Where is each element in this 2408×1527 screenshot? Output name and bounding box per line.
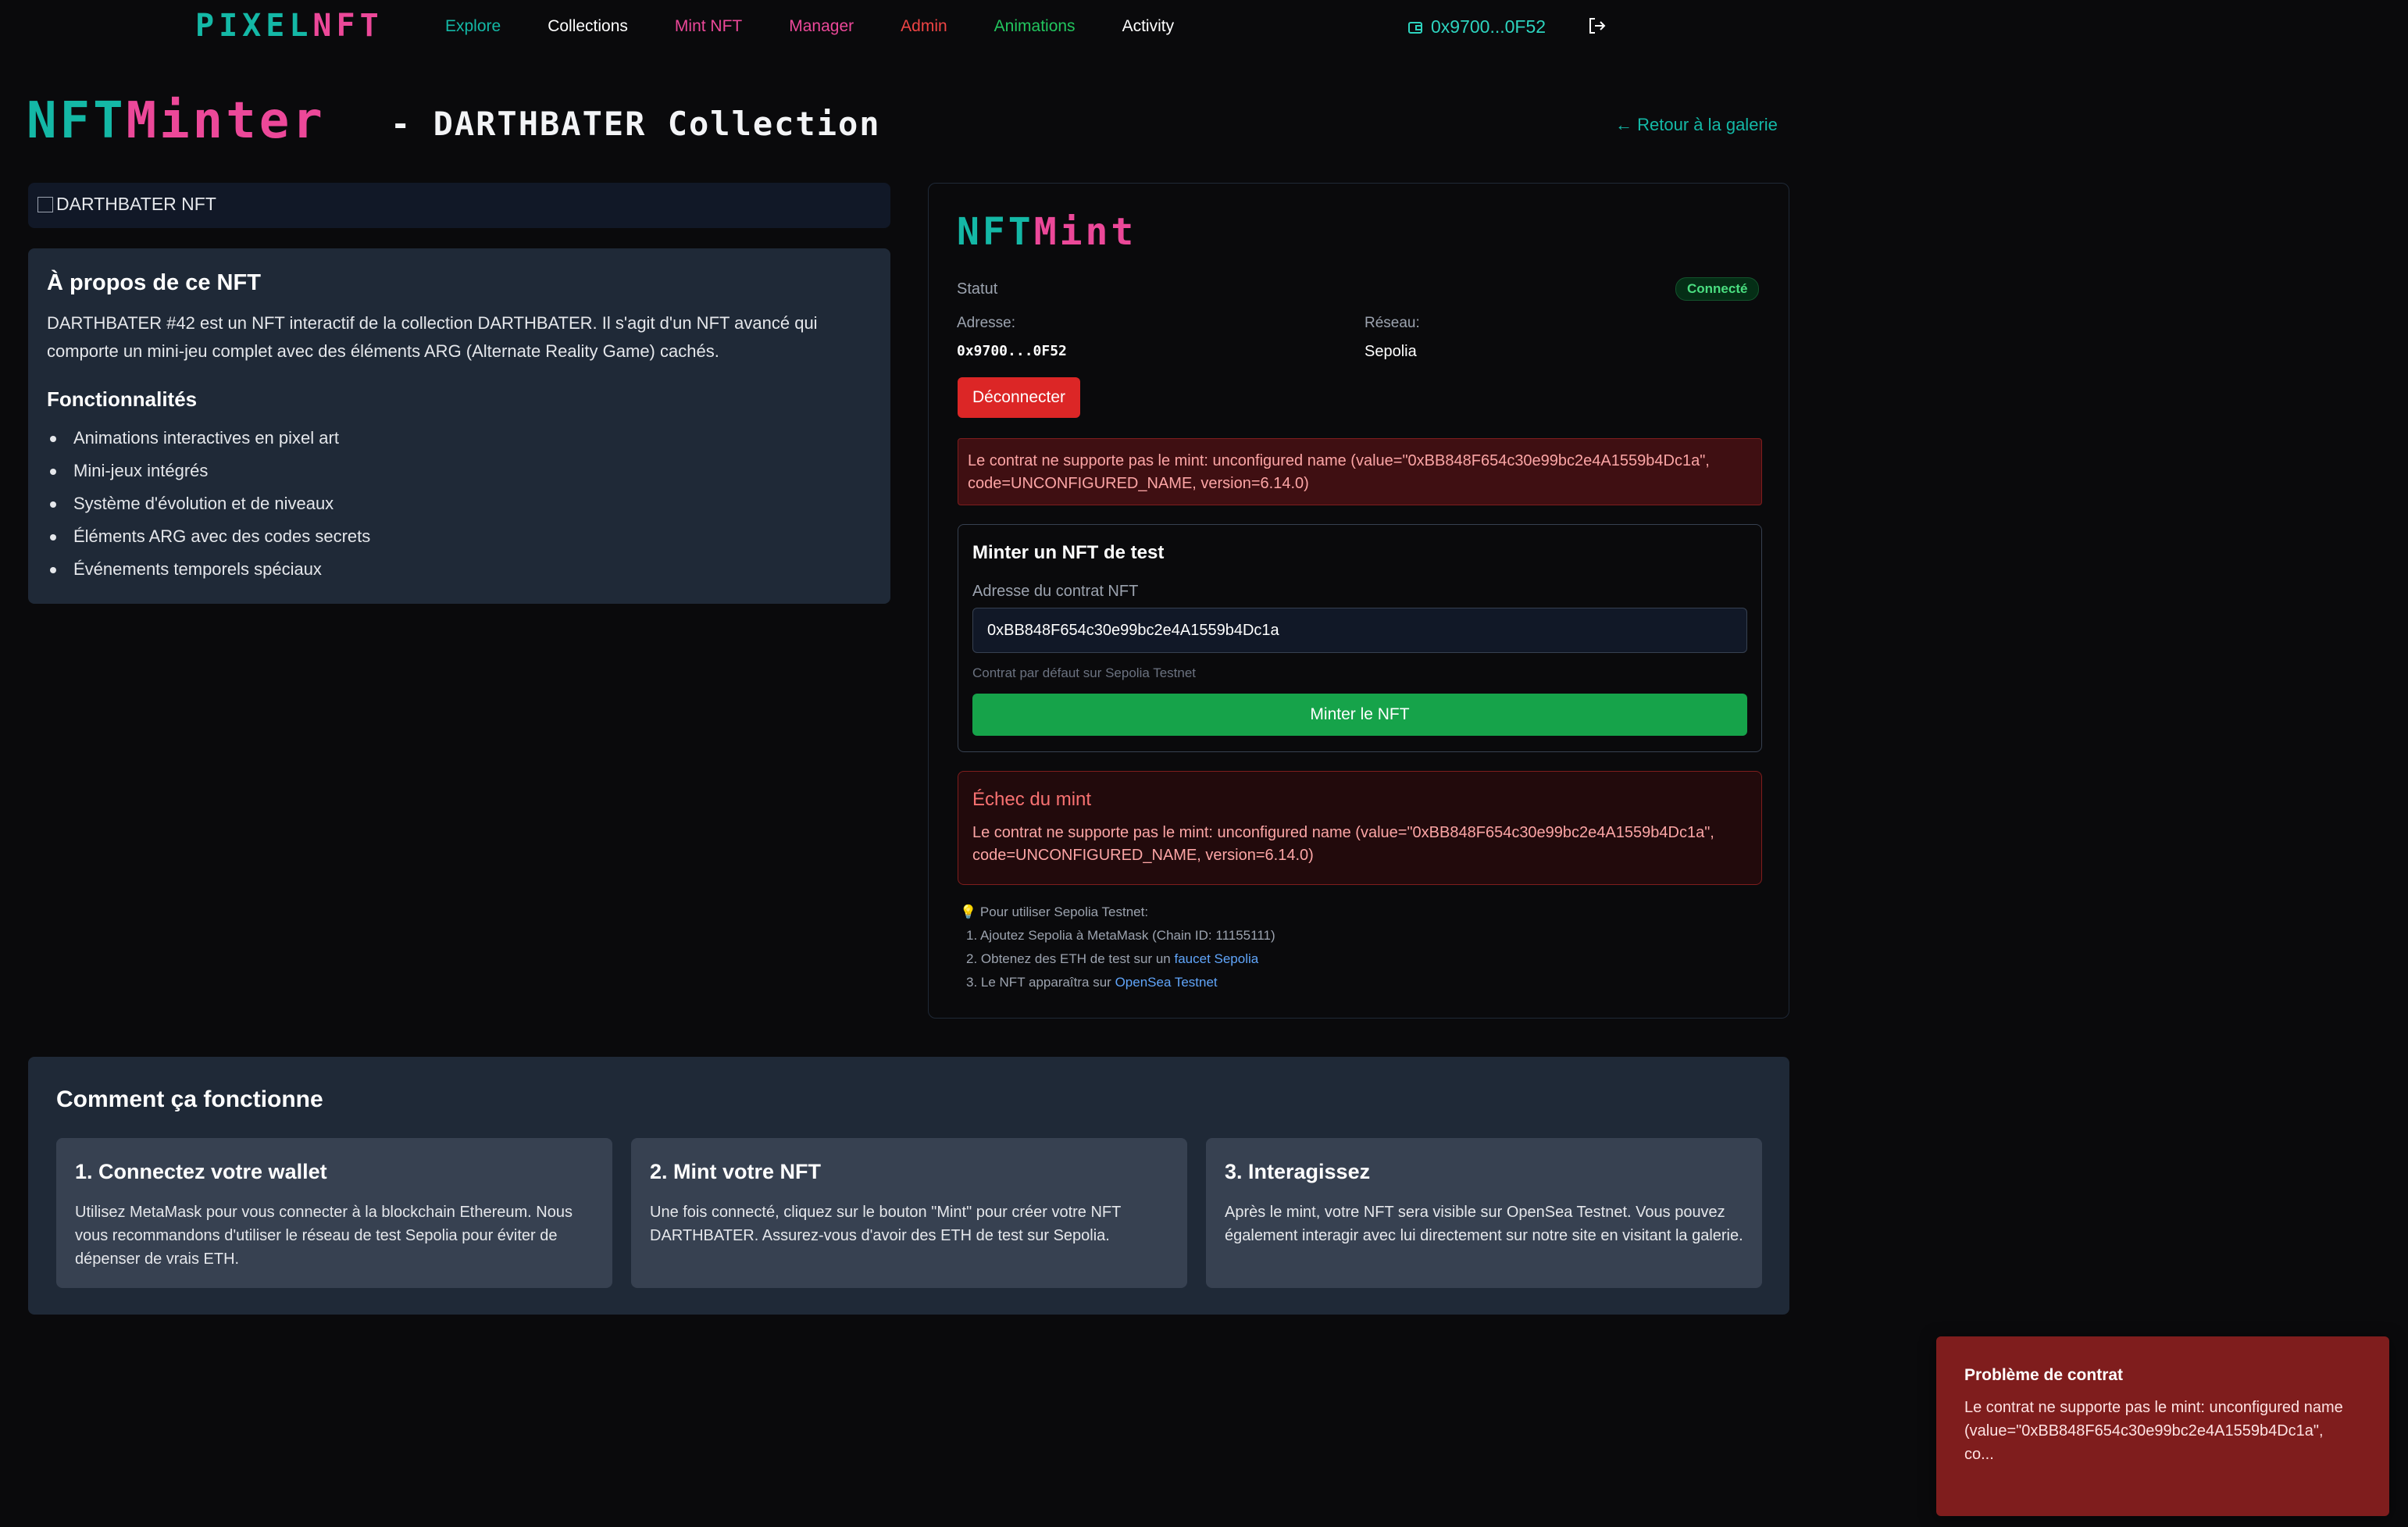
how-card-title: 1. Connectez votre wallet — [75, 1160, 327, 1183]
wallet-button[interactable]: 0x9700...0F52 — [1407, 16, 1546, 37]
test-mint-form: Minter un NFT de test Adresse du contrat… — [958, 524, 1762, 752]
page-title: NFTMinter — [27, 92, 326, 150]
how-card-text: Après le mint, votre NFT sera visible su… — [1225, 1204, 1743, 1244]
how-it-works-title: Comment ça fonctionne — [56, 1086, 323, 1112]
instructions-heading-line: 💡 Pour utiliser Sepolia Testnet: — [960, 901, 1275, 924]
instruction-step-1: 1. Ajoutez Sepolia à MetaMask (Chain ID:… — [966, 928, 1275, 943]
feature-item: Mini-jeux intégrés — [47, 455, 370, 487]
mint-failure-alert: Échec du mint Le contrat ne supporte pas… — [958, 771, 1762, 885]
how-card-title: 3. Interagissez — [1225, 1160, 1371, 1183]
nav-link-activity[interactable]: Activity — [1122, 17, 1175, 36]
disconnect-button[interactable]: Déconnecter — [958, 377, 1080, 418]
about-nft-section: À propos de ce NFT DARTHBATER #42 est un… — [28, 248, 890, 604]
toast-title: Problème de contrat — [1964, 1366, 2124, 1384]
mint-title-part-nft: NFT — [957, 210, 1034, 254]
feature-item: Éléments ARG avec des codes secrets — [47, 520, 370, 553]
features-list: Animations interactives en pixel art Min… — [47, 422, 370, 586]
test-mint-title: Minter un NFT de test — [972, 542, 1165, 563]
nft-image: DARTHBATER NFT — [28, 183, 890, 228]
nav-link-mint-nft[interactable]: Mint NFT — [675, 17, 742, 36]
contract-error-alert: Le contrat ne supporte pas le mint: unco… — [958, 438, 1762, 505]
instructions-heading: Pour utiliser Sepolia Testnet: — [979, 904, 1149, 919]
logout-icon — [1589, 18, 1606, 34]
nft-image-alt: DARTHBATER NFT — [37, 194, 216, 215]
mint-panel: NFTMint Statut Connecté Adresse: 0x9700.… — [928, 183, 1789, 1019]
back-to-gallery-link[interactable]: ← Retour à la galerie — [1615, 115, 1778, 135]
nav-link-explore[interactable]: Explore — [445, 17, 501, 36]
nav-links: Explore Collections Mint NFT Manager Adm… — [445, 17, 1174, 36]
contract-address-label: Adresse du contrat NFT — [972, 583, 1139, 600]
mint-nft-button[interactable]: Minter le NFT — [972, 694, 1747, 736]
status-label: Statut — [957, 280, 998, 298]
network-label: Réseau: — [1365, 315, 1420, 331]
wallet-icon — [1408, 21, 1422, 34]
status-badge: Connecté — [1675, 277, 1760, 301]
contract-address-hint: Contrat par défaut sur Sepolia Testnet — [972, 665, 1197, 680]
about-description: DARTHBATER #42 est un NFT interactif de … — [47, 313, 818, 361]
feature-item: Événements temporels spéciaux — [47, 553, 370, 586]
mint-failure-title: Échec du mint — [972, 789, 1092, 810]
instruction-step-3: 3. Le NFT apparaîtra sur OpenSea Testnet — [960, 971, 1275, 994]
wallet-address: 0x9700...0F52 — [1431, 16, 1546, 37]
feature-item: Animations interactives en pixel art — [47, 422, 370, 455]
how-card-connect: 1. Connectez votre wallet Utilisez MetaM… — [56, 1138, 612, 1288]
about-title: À propos de ce NFT — [47, 270, 261, 295]
logo-part-nft: NFT — [312, 8, 383, 44]
collection-subtitle: - DARTHBATER Collection — [391, 105, 881, 143]
opensea-testnet-link[interactable]: OpenSea Testnet — [1115, 975, 1218, 990]
how-card-text: Utilisez MetaMask pour vous connecter à … — [75, 1204, 573, 1268]
instruction-step-2-text: 2. Obtenez des ETH de test sur un — [966, 951, 1171, 966]
nav-link-collections[interactable]: Collections — [548, 17, 628, 36]
error-toast[interactable]: Problème de contrat Le contrat ne suppor… — [1936, 1336, 2389, 1516]
nav-link-animations[interactable]: Animations — [994, 17, 1076, 36]
nav-link-manager[interactable]: Manager — [789, 17, 854, 36]
how-it-works-section: Comment ça fonctionne 1. Connectez votre… — [28, 1057, 1789, 1315]
contract-address-input[interactable]: 0xBB848F654c30e99bc2e4A1559b4Dc1a — [972, 608, 1747, 653]
lightbulb-icon: 💡 — [960, 904, 977, 919]
how-card-interact: 3. Interagissez Après le mint, votre NFT… — [1206, 1138, 1762, 1288]
address-label: Adresse: — [957, 315, 1015, 331]
logo-part-pixel: PIXEL — [195, 8, 313, 44]
instruction-step-3-text: 3. Le NFT apparaîtra sur — [966, 975, 1111, 990]
faucet-sepolia-link[interactable]: faucet Sepolia — [1174, 951, 1258, 966]
mint-panel-title: NFTMint — [957, 210, 1136, 254]
toast-message: Le contrat ne supporte pas le mint: unco… — [1964, 1399, 2343, 1463]
top-nav: PIXELNFT Explore Collections Mint NFT Ma… — [0, 0, 2408, 56]
broken-image-icon — [37, 196, 53, 212]
mint-failure-message: Le contrat ne supporte pas le mint: unco… — [972, 824, 1714, 864]
site-logo[interactable]: PIXELNFT — [195, 8, 383, 44]
instruction-step-2: 2. Obtenez des ETH de test sur un faucet… — [960, 947, 1275, 971]
address-value: 0x9700...0F52 — [957, 343, 1067, 359]
nav-link-admin[interactable]: Admin — [901, 17, 947, 36]
network-value: Sepolia — [1365, 343, 1417, 360]
how-card-title: 2. Mint votre NFT — [650, 1160, 822, 1183]
mint-title-part-mint: Mint — [1033, 210, 1137, 254]
feature-item: Système d'évolution et de niveaux — [47, 487, 370, 520]
title-part-nft: NFT — [27, 92, 127, 150]
title-part-minter: Minter — [126, 92, 326, 150]
sepolia-instructions: 💡 Pour utiliser Sepolia Testnet: 1. Ajou… — [960, 901, 1275, 994]
how-card-mint: 2. Mint votre NFT Une fois connecté, cli… — [631, 1138, 1187, 1288]
logout-button[interactable] — [1587, 16, 1609, 37]
features-title: Fonctionnalités — [47, 387, 198, 411]
nft-image-alt-text: DARTHBATER NFT — [56, 194, 216, 214]
how-card-text: Une fois connecté, cliquez sur le bouton… — [650, 1204, 1121, 1244]
